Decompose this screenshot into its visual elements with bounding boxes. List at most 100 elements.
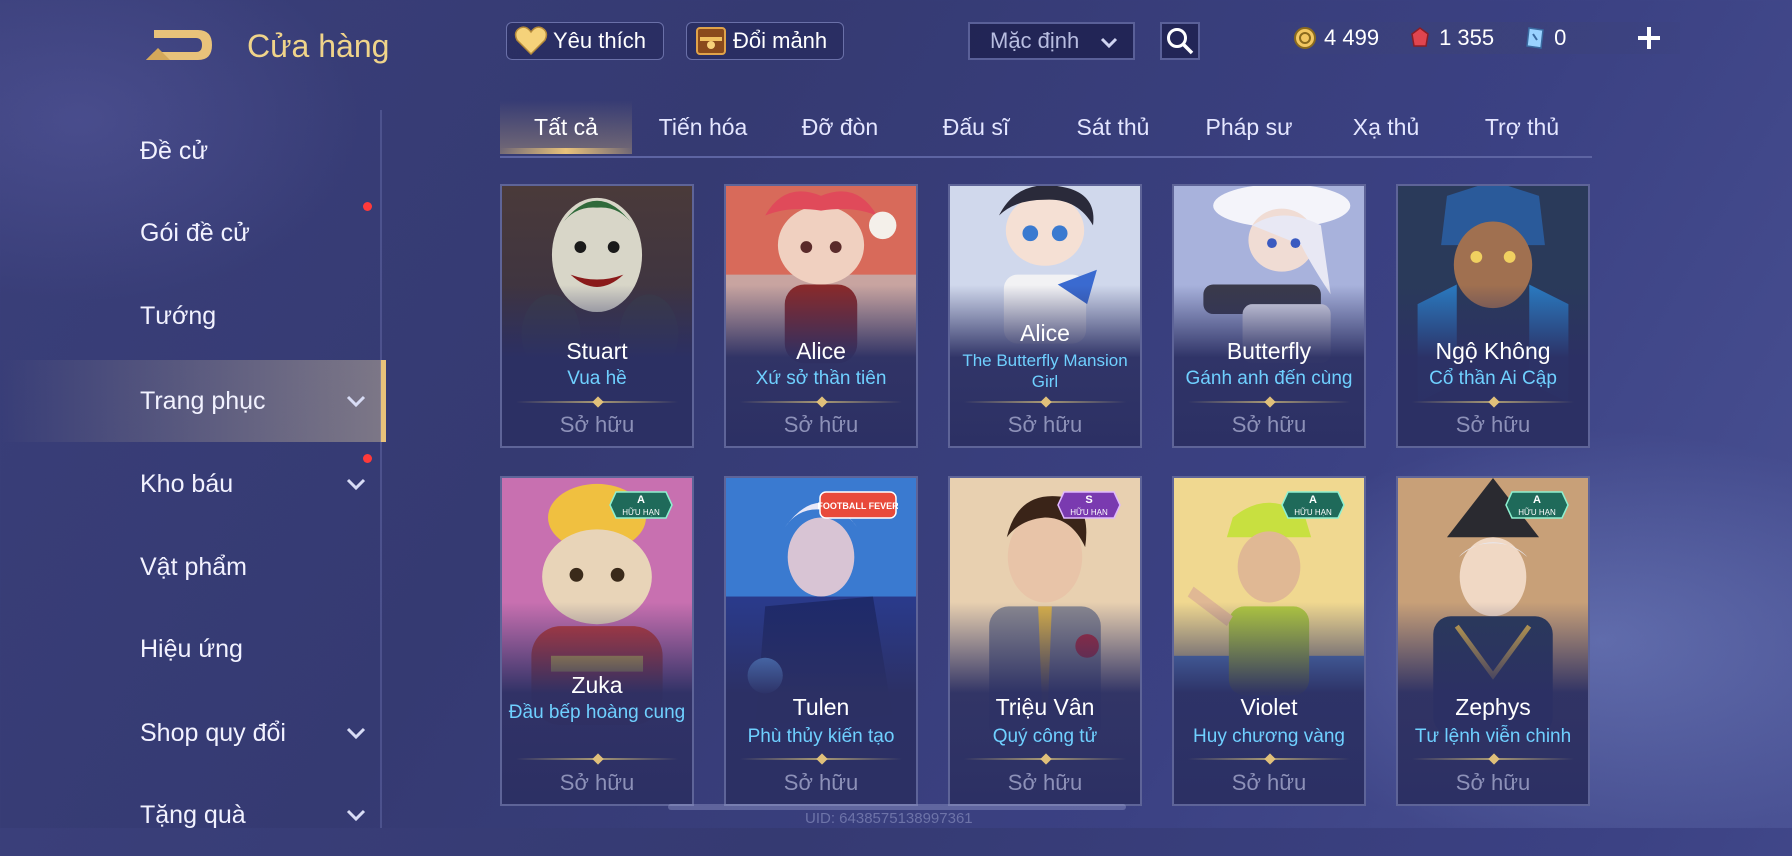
hero-name: Triệu Vân bbox=[995, 694, 1095, 720]
tab-evolution[interactable]: Tiến hóa bbox=[635, 114, 771, 141]
heart-icon bbox=[513, 25, 549, 57]
badge-text: HỮU HẠN bbox=[1070, 508, 1108, 517]
back-arrow-icon bbox=[146, 30, 212, 60]
gold-amount: 4 499 bbox=[1324, 25, 1380, 50]
hero-name: Butterfly bbox=[1226, 338, 1312, 364]
sidebar-item-exchange-shop[interactable]: Shop quy đổi bbox=[0, 692, 386, 774]
chevron-down-icon bbox=[346, 478, 366, 491]
exchange-label: Đổi mảnh bbox=[733, 28, 828, 53]
skin-card[interactable]: A HỮU HẠN Zuka Đầu bếp hoàng cung Sở hữu bbox=[500, 476, 694, 806]
tab-marksman[interactable]: Xạ thủ bbox=[1318, 114, 1454, 141]
sidebar-item-skins[interactable]: Trang phục bbox=[0, 360, 386, 442]
hero-name: Ngộ Không bbox=[1435, 338, 1551, 364]
sidebar-item-label: Gói đề cử bbox=[140, 218, 250, 247]
event-logo-icon: FOOTBALL FEVER bbox=[818, 491, 898, 519]
sidebar-item-label: Shop quy đổi bbox=[140, 718, 286, 747]
currency-bar: 4 499 1 355 0 bbox=[1280, 22, 1680, 54]
tab-support[interactable]: Trợ thủ bbox=[1454, 114, 1590, 141]
owned-status: Sở hữu bbox=[559, 412, 635, 437]
skin-card[interactable]: Alice Xứ sở thần tiên Sở hữu bbox=[724, 184, 918, 448]
sidebar-item-label: Kho báu bbox=[140, 469, 234, 498]
skin-name: The Butterfly Mansion Girl bbox=[962, 351, 1128, 391]
sidebar-item-effects[interactable]: Hiệu ứng bbox=[0, 608, 386, 690]
badge-tier: A bbox=[637, 494, 645, 506]
skin-card[interactable]: FOOTBALL FEVER Tulen Phù thủy kiến tạo S… bbox=[724, 476, 918, 806]
notification-dot bbox=[363, 454, 372, 463]
skin-card[interactable]: A HỮU HẠN Violet Huy chương vàng Sở hữu bbox=[1172, 476, 1366, 806]
tab-tank[interactable]: Đỡ đòn bbox=[772, 114, 908, 141]
gem-amount: 1 355 bbox=[1439, 25, 1495, 50]
skin-name: Vua hề bbox=[567, 368, 627, 389]
sidebar-item-gifts[interactable]: Tặng quà bbox=[0, 774, 386, 856]
gold-balance: 4 499 bbox=[1292, 25, 1379, 51]
limited-badge-icon: A HỮU HẠN bbox=[1281, 491, 1345, 519]
exchange-button[interactable]: Đổi mảnh bbox=[686, 22, 844, 60]
owned-status: Sở hữu bbox=[1455, 412, 1531, 437]
skin-card[interactable]: Butterfly Gánh anh đến cùng Sở hữu bbox=[1172, 184, 1366, 448]
limited-badge-icon: A HỮU HẠN bbox=[1505, 491, 1569, 519]
limited-badge-icon: A HỮU HẠN bbox=[609, 491, 673, 519]
sort-value: Mặc định bbox=[990, 28, 1080, 53]
red-gem-icon bbox=[1407, 25, 1433, 51]
skin-card[interactable]: Alice The Butterfly Mansion Girl Sở hữu bbox=[948, 184, 1142, 448]
skin-card[interactable]: A HỮU HẠN Zephys Tư lệnh viễn chinh Sở h… bbox=[1396, 476, 1590, 806]
sidebar-item-recommended-packs[interactable]: Gói đề cử bbox=[0, 192, 386, 274]
owned-status: Sở hữu bbox=[1007, 412, 1083, 437]
chevron-down-icon bbox=[346, 809, 366, 822]
skin-card[interactable]: S HỮU HẠN Triệu Vân Quý công tử Sở hữu bbox=[948, 476, 1142, 806]
sort-dropdown[interactable]: Mặc định bbox=[968, 22, 1135, 60]
hero-name: Alice bbox=[796, 338, 846, 364]
sidebar-item-recommended[interactable]: Đề cử bbox=[0, 110, 386, 192]
tab-assassin[interactable]: Sát thủ bbox=[1045, 114, 1181, 141]
ticket-amount: 0 bbox=[1554, 25, 1567, 50]
sidebar: Đề cử Gói đề cử Tướng Trang phục Kho báu… bbox=[0, 110, 386, 829]
active-tab-indicator bbox=[500, 148, 632, 154]
favorites-button[interactable]: Yêu thích bbox=[506, 22, 664, 60]
badge-text: HỮU HẠN bbox=[622, 508, 660, 517]
badge-tier: S bbox=[1085, 494, 1092, 506]
notification-dot bbox=[363, 202, 372, 211]
sidebar-item-label: Đề cử bbox=[140, 136, 209, 165]
plus-icon bbox=[1638, 27, 1660, 49]
badge-tier: A bbox=[1309, 494, 1317, 506]
sidebar-item-label: Tặng quà bbox=[140, 800, 246, 829]
back-button[interactable] bbox=[140, 22, 216, 68]
ticket-balance: 0 bbox=[1522, 25, 1566, 51]
owned-status: Sở hữu bbox=[1455, 770, 1531, 795]
gold-coin-icon bbox=[1292, 25, 1318, 51]
add-currency-button[interactable] bbox=[1636, 18, 1662, 60]
skin-name: Xứ sở thần tiên bbox=[755, 368, 887, 389]
skin-name: Huy chương vàng bbox=[1193, 726, 1345, 747]
owned-status: Sở hữu bbox=[783, 770, 859, 795]
sidebar-item-label: Hiệu ứng bbox=[140, 634, 243, 663]
user-id: UID: 6438575138997361 bbox=[805, 810, 973, 827]
ticket-icon bbox=[1522, 25, 1548, 51]
tab-mage[interactable]: Pháp sư bbox=[1181, 114, 1317, 141]
owned-status: Sở hữu bbox=[1231, 412, 1307, 437]
sidebar-item-treasure[interactable]: Kho báu bbox=[0, 443, 386, 525]
tab-all[interactable]: Tất cả bbox=[498, 114, 634, 141]
chest-icon bbox=[693, 25, 729, 57]
skin-card[interactable]: Stuart Vua hề Sở hữu bbox=[500, 184, 694, 448]
chevron-down-icon bbox=[1100, 37, 1118, 49]
limited-badge-icon: S HỮU HẠN bbox=[1057, 491, 1121, 519]
hero-name: Stuart bbox=[566, 338, 628, 364]
owned-status: Sở hữu bbox=[1231, 770, 1307, 795]
chevron-down-icon bbox=[346, 395, 366, 408]
search-icon bbox=[1167, 28, 1194, 55]
chevron-down-icon bbox=[346, 727, 366, 740]
owned-status: Sở hữu bbox=[1007, 770, 1083, 795]
sidebar-item-items[interactable]: Vật phẩm bbox=[0, 526, 386, 608]
skin-card[interactable]: Ngộ Không Cổ thần Ai Cập Sở hữu bbox=[1396, 184, 1590, 448]
skin-name: Đầu bếp hoàng cung bbox=[508, 702, 686, 723]
hero-name: Violet bbox=[1240, 694, 1298, 720]
hero-name: Zuka bbox=[571, 672, 623, 698]
badge-tier: A bbox=[1533, 494, 1541, 506]
owned-status: Sở hữu bbox=[783, 412, 859, 437]
skin-name: Phù thủy kiến tạo bbox=[747, 726, 895, 747]
category-tabs: Tất cả Tiến hóa Đỡ đòn Đấu sĩ Sát thủ Ph… bbox=[500, 100, 1592, 158]
sidebar-item-heroes[interactable]: Tướng bbox=[0, 275, 386, 357]
search-button[interactable] bbox=[1160, 22, 1200, 60]
skin-name: Quý công tử bbox=[992, 726, 1098, 747]
tab-fighter[interactable]: Đấu sĩ bbox=[908, 114, 1044, 141]
